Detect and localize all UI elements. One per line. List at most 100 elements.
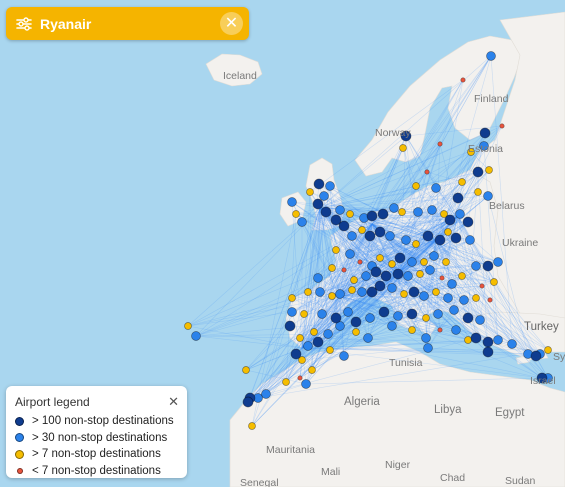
airport-marker[interactable] [447,279,457,289]
airport-marker[interactable] [465,235,475,245]
airport-marker[interactable] [470,332,482,344]
airport-marker[interactable] [460,77,466,83]
airport-marker[interactable] [306,188,314,196]
airport-marker[interactable] [479,283,485,289]
airport-marker[interactable] [393,311,403,321]
airport-marker[interactable] [325,181,335,191]
airport-marker[interactable] [357,259,363,265]
airport-marker[interactable] [388,260,396,268]
airport-marker[interactable] [394,252,406,264]
airport-marker[interactable] [352,328,360,336]
airport-marker[interactable] [350,276,358,284]
airport-marker[interactable] [312,336,324,348]
airport-marker[interactable] [479,127,491,139]
airport-marker[interactable] [301,379,311,389]
airport-marker[interactable] [459,295,469,305]
airport-marker[interactable] [290,348,302,360]
airport-marker[interactable] [317,309,327,319]
airport-marker[interactable] [486,51,496,61]
airport-marker[interactable] [387,283,397,293]
airport-marker[interactable] [482,346,494,358]
airport-marker[interactable] [493,257,503,267]
airport-marker[interactable] [365,313,375,323]
airport-marker[interactable] [544,346,552,354]
airport-marker[interactable] [439,275,445,281]
airport-marker[interactable] [474,188,482,196]
airport-marker[interactable] [389,203,399,213]
airport-marker[interactable] [432,288,440,296]
airport-marker[interactable] [403,271,413,281]
airport-marker[interactable] [385,231,395,241]
airport-marker[interactable] [350,316,362,328]
airport-marker[interactable] [377,208,389,220]
airport-marker[interactable] [387,321,397,331]
airport-marker[interactable] [366,210,378,222]
airport-marker[interactable] [422,314,430,322]
airport-marker[interactable] [330,312,342,324]
airport-marker[interactable] [191,331,201,341]
airport-marker[interactable] [184,322,192,330]
airport-marker[interactable] [296,334,304,342]
airport-marker[interactable] [449,305,459,315]
airport-marker[interactable] [335,205,345,215]
airport-marker[interactable] [326,346,334,354]
airport-marker[interactable] [315,287,325,297]
airport-marker[interactable] [376,254,384,262]
airport-marker[interactable] [407,257,417,267]
airport-marker[interactable] [471,261,481,271]
airport-marker[interactable] [412,240,420,248]
airport-marker[interactable] [399,144,407,152]
airport-marker[interactable] [312,198,324,210]
airport-marker[interactable] [462,312,474,324]
airport-marker[interactable] [357,287,367,297]
airport-marker[interactable] [300,310,308,318]
airport-marker[interactable] [455,209,465,219]
airport-marker[interactable] [310,328,318,336]
airport-marker[interactable] [413,207,423,217]
airport-marker[interactable] [338,220,350,232]
airport-marker[interactable] [452,192,464,204]
airport-marker[interactable] [361,271,371,281]
airport-marker[interactable] [374,280,386,292]
airport-marker[interactable] [242,366,250,374]
airport-marker[interactable] [345,249,355,259]
airport-marker[interactable] [248,422,256,430]
airport-marker[interactable] [320,206,332,218]
airport-marker[interactable] [450,232,462,244]
airport-marker[interactable] [443,293,453,303]
airport-marker[interactable] [374,226,386,238]
airport-marker[interactable] [313,273,323,283]
airport-marker[interactable] [437,327,443,333]
airport-marker[interactable] [530,350,542,362]
airport-marker[interactable] [287,197,297,207]
airport-marker[interactable] [475,315,485,325]
airport-marker[interactable] [308,366,316,374]
airport-marker[interactable] [433,309,443,319]
airport-marker[interactable] [378,306,390,318]
airport-marker[interactable] [487,297,493,303]
airport-marker[interactable] [398,208,406,216]
airport-marker[interactable] [444,214,456,226]
airport-marker[interactable] [363,333,373,343]
airport-marker[interactable] [425,265,435,275]
airport-marker[interactable] [420,258,428,266]
airport-marker[interactable] [343,307,353,317]
airport-marker[interactable] [242,396,254,408]
airport-marker[interactable] [380,270,392,282]
airport-marker[interactable] [303,341,313,351]
airport-marker[interactable] [419,291,429,301]
airport-marker[interactable] [412,182,420,190]
airport-marker[interactable] [421,333,431,343]
airport-marker[interactable] [422,230,434,242]
airport-marker[interactable] [335,289,345,299]
airport-marker[interactable] [288,294,296,302]
airport-marker[interactable] [282,378,290,386]
airport-marker[interactable] [332,246,340,254]
airport-marker[interactable] [348,286,356,294]
airport-marker[interactable] [442,258,450,266]
airport-marker[interactable] [370,266,382,278]
airport-marker[interactable] [297,217,307,227]
airport-marker[interactable] [437,141,443,147]
airport-marker[interactable] [313,178,325,190]
airport-marker[interactable] [406,308,418,320]
